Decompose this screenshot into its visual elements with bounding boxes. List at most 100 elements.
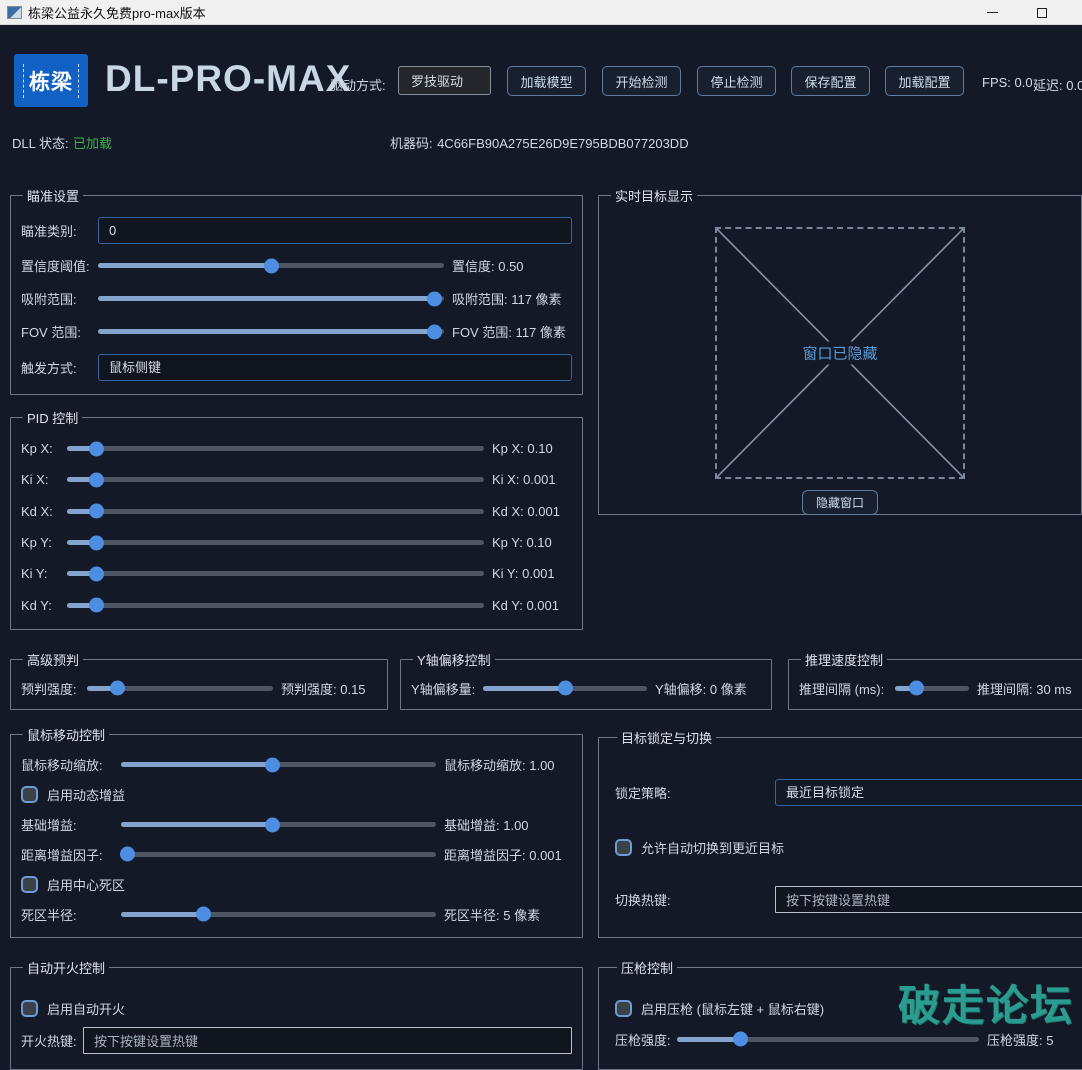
kp-y-label: Kp Y: [21,535,67,550]
slider-thumb[interactable] [558,681,573,696]
kd-x-slider[interactable] [67,503,484,519]
auto-switch-checkbox-row[interactable]: 允许自动切换到更近目标 [615,836,1082,858]
predict-strength-value: 预判强度: 0.15 [273,679,377,698]
aim-class-input[interactable] [98,217,572,244]
auto-switch-label: 允许自动切换到更近目标 [641,838,784,857]
ki-y-label: Ki Y: [21,566,67,581]
slider-thumb[interactable] [89,504,104,519]
load-model-button[interactable]: 加载模型 [507,66,586,96]
kd-x-label: Kd X: [21,504,67,519]
inference-interval-slider[interactable] [895,680,969,696]
ki-y-slider[interactable] [67,566,484,582]
slider-thumb[interactable] [110,681,125,696]
confidence-slider[interactable] [98,258,444,274]
auto-fire-checkbox[interactable] [21,1000,38,1017]
fov-range-slider[interactable] [98,324,444,340]
distance-gain-slider[interactable] [121,846,436,862]
slider-thumb[interactable] [89,441,104,456]
auto-fire-checkbox-row[interactable]: 启用自动开火 [21,997,572,1019]
base-gain-slider[interactable] [121,817,436,833]
slider-thumb[interactable] [264,258,279,273]
machine-code-label: 机器码: [390,136,433,151]
slider-thumb[interactable] [265,817,280,832]
panel-realtime-display: 实时目标显示 窗口已隐藏 隐藏窗口 [598,186,1082,515]
kp-x-value: Kp X: 0.10 [484,441,572,456]
slider-thumb[interactable] [733,1032,748,1047]
kd-y-slider[interactable] [67,597,484,613]
dynamic-gain-label: 启用动态增益 [47,785,125,804]
slider-thumb[interactable] [265,757,280,772]
recoil-label: 启用压枪 (鼠标左键 + 鼠标右键) [641,999,824,1018]
switch-hotkey-row: 切换热键: [615,886,1082,913]
deadzone-radius-slider[interactable] [121,906,436,922]
slider-thumb[interactable] [89,535,104,550]
kp-y-slider[interactable] [67,535,484,551]
yaxis-offset-row: Y轴偏移量: Y轴偏移: 0 像素 [411,677,761,699]
driver-mode-select[interactable]: 罗技驱动 [398,66,491,95]
load-config-button[interactable]: 加载配置 [885,66,964,96]
panel-fire-title: 自动开火控制 [23,958,109,977]
kp-x-row: Kp X: Kp X: 0.10 [21,438,572,460]
distance-gain-label: 距离增益因子: [21,845,121,864]
dynamic-gain-checkbox-row[interactable]: 启用动态增益 [21,784,572,806]
fov-range-label: FOV 范围: [21,322,98,341]
slider-thumb[interactable] [909,681,924,696]
slider-thumb[interactable] [120,847,135,862]
ki-y-row: Ki Y: Ki Y: 0.001 [21,563,572,585]
slider-thumb[interactable] [196,907,211,922]
panel-yaxis-title: Y轴偏移控制 [413,650,495,669]
yaxis-offset-label: Y轴偏移量: [411,679,483,698]
dynamic-gain-checkbox[interactable] [21,786,38,803]
center-deadzone-checkbox[interactable] [21,876,38,893]
panel-mouse-title: 鼠标移动控制 [23,725,109,744]
center-deadzone-label: 启用中心死区 [47,875,125,894]
fov-range-row: FOV 范围: FOV 范围: 117 像素 [21,321,572,343]
snap-range-slider[interactable] [98,291,444,307]
panel-auto-fire: 自动开火控制 启用自动开火 开火热键: [10,958,583,1070]
lock-strategy-select[interactable]: 最近目标锁定 [775,779,1082,806]
predict-strength-row: 预判强度: 预判强度: 0.15 [21,677,377,699]
snap-range-row: 吸附范围: 吸附范围: 117 像素 [21,288,572,310]
ki-x-row: Ki X: Ki X: 0.001 [21,469,572,491]
app-title: DL-PRO-MAX [105,58,351,100]
slider-thumb[interactable] [427,324,442,339]
yaxis-offset-slider[interactable] [483,680,647,696]
maximize-icon [1037,8,1047,18]
maximize-button[interactable] [1022,0,1062,25]
confidence-row: 置信度阈值: 置信度: 0.50 [21,255,572,277]
kp-x-label: Kp X: [21,441,67,456]
trigger-mode-select[interactable]: 鼠标侧键 [98,354,572,381]
slider-thumb[interactable] [89,566,104,581]
hide-window-button[interactable]: 隐藏窗口 [802,490,878,515]
panel-aim-settings: 瞄准设置 瞄准类别: 置信度阈值: 置信度: 0.50 吸附范围: 吸附范围: … [10,186,583,395]
ki-x-slider[interactable] [67,472,484,488]
fire-hotkey-input[interactable] [83,1027,572,1054]
deadzone-radius-value: 死区半径: 5 像素 [436,905,572,924]
save-config-button[interactable]: 保存配置 [791,66,870,96]
aim-class-label: 瞄准类别: [21,221,98,240]
predict-strength-slider[interactable] [87,680,273,696]
recoil-strength-slider[interactable] [677,1031,979,1047]
center-deadzone-checkbox-row[interactable]: 启用中心死区 [21,873,572,895]
deadzone-radius-label: 死区半径: [21,905,121,924]
slider-thumb[interactable] [89,472,104,487]
mouse-scale-slider[interactable] [121,757,436,773]
start-detect-button[interactable]: 开始检测 [602,66,681,96]
auto-switch-checkbox[interactable] [615,839,632,856]
switch-hotkey-input[interactable] [775,886,1082,913]
panel-pid-control: PID 控制 Kp X: Kp X: 0.10 Ki X: Ki X: 0.00… [10,408,583,630]
recoil-checkbox[interactable] [615,1000,632,1017]
minimize-button[interactable] [972,0,1012,25]
panel-advanced-predict: 高级预判 预判强度: 预判强度: 0.15 [10,650,388,710]
panel-recoil-title: 压枪控制 [617,958,677,977]
panel-predict-title: 高级预判 [23,650,83,669]
app-logo: 栋梁 [14,54,88,107]
slider-thumb[interactable] [89,598,104,613]
confidence-value: 置信度: 0.50 [444,256,572,275]
driver-mode-label: 驱动方式: [330,75,386,94]
kp-x-slider[interactable] [67,441,484,457]
slider-thumb[interactable] [427,291,442,306]
stop-detect-button[interactable]: 停止检测 [697,66,776,96]
lock-strategy-row: 锁定策略: 最近目标锁定 [615,779,1082,806]
minimize-icon [987,12,998,13]
